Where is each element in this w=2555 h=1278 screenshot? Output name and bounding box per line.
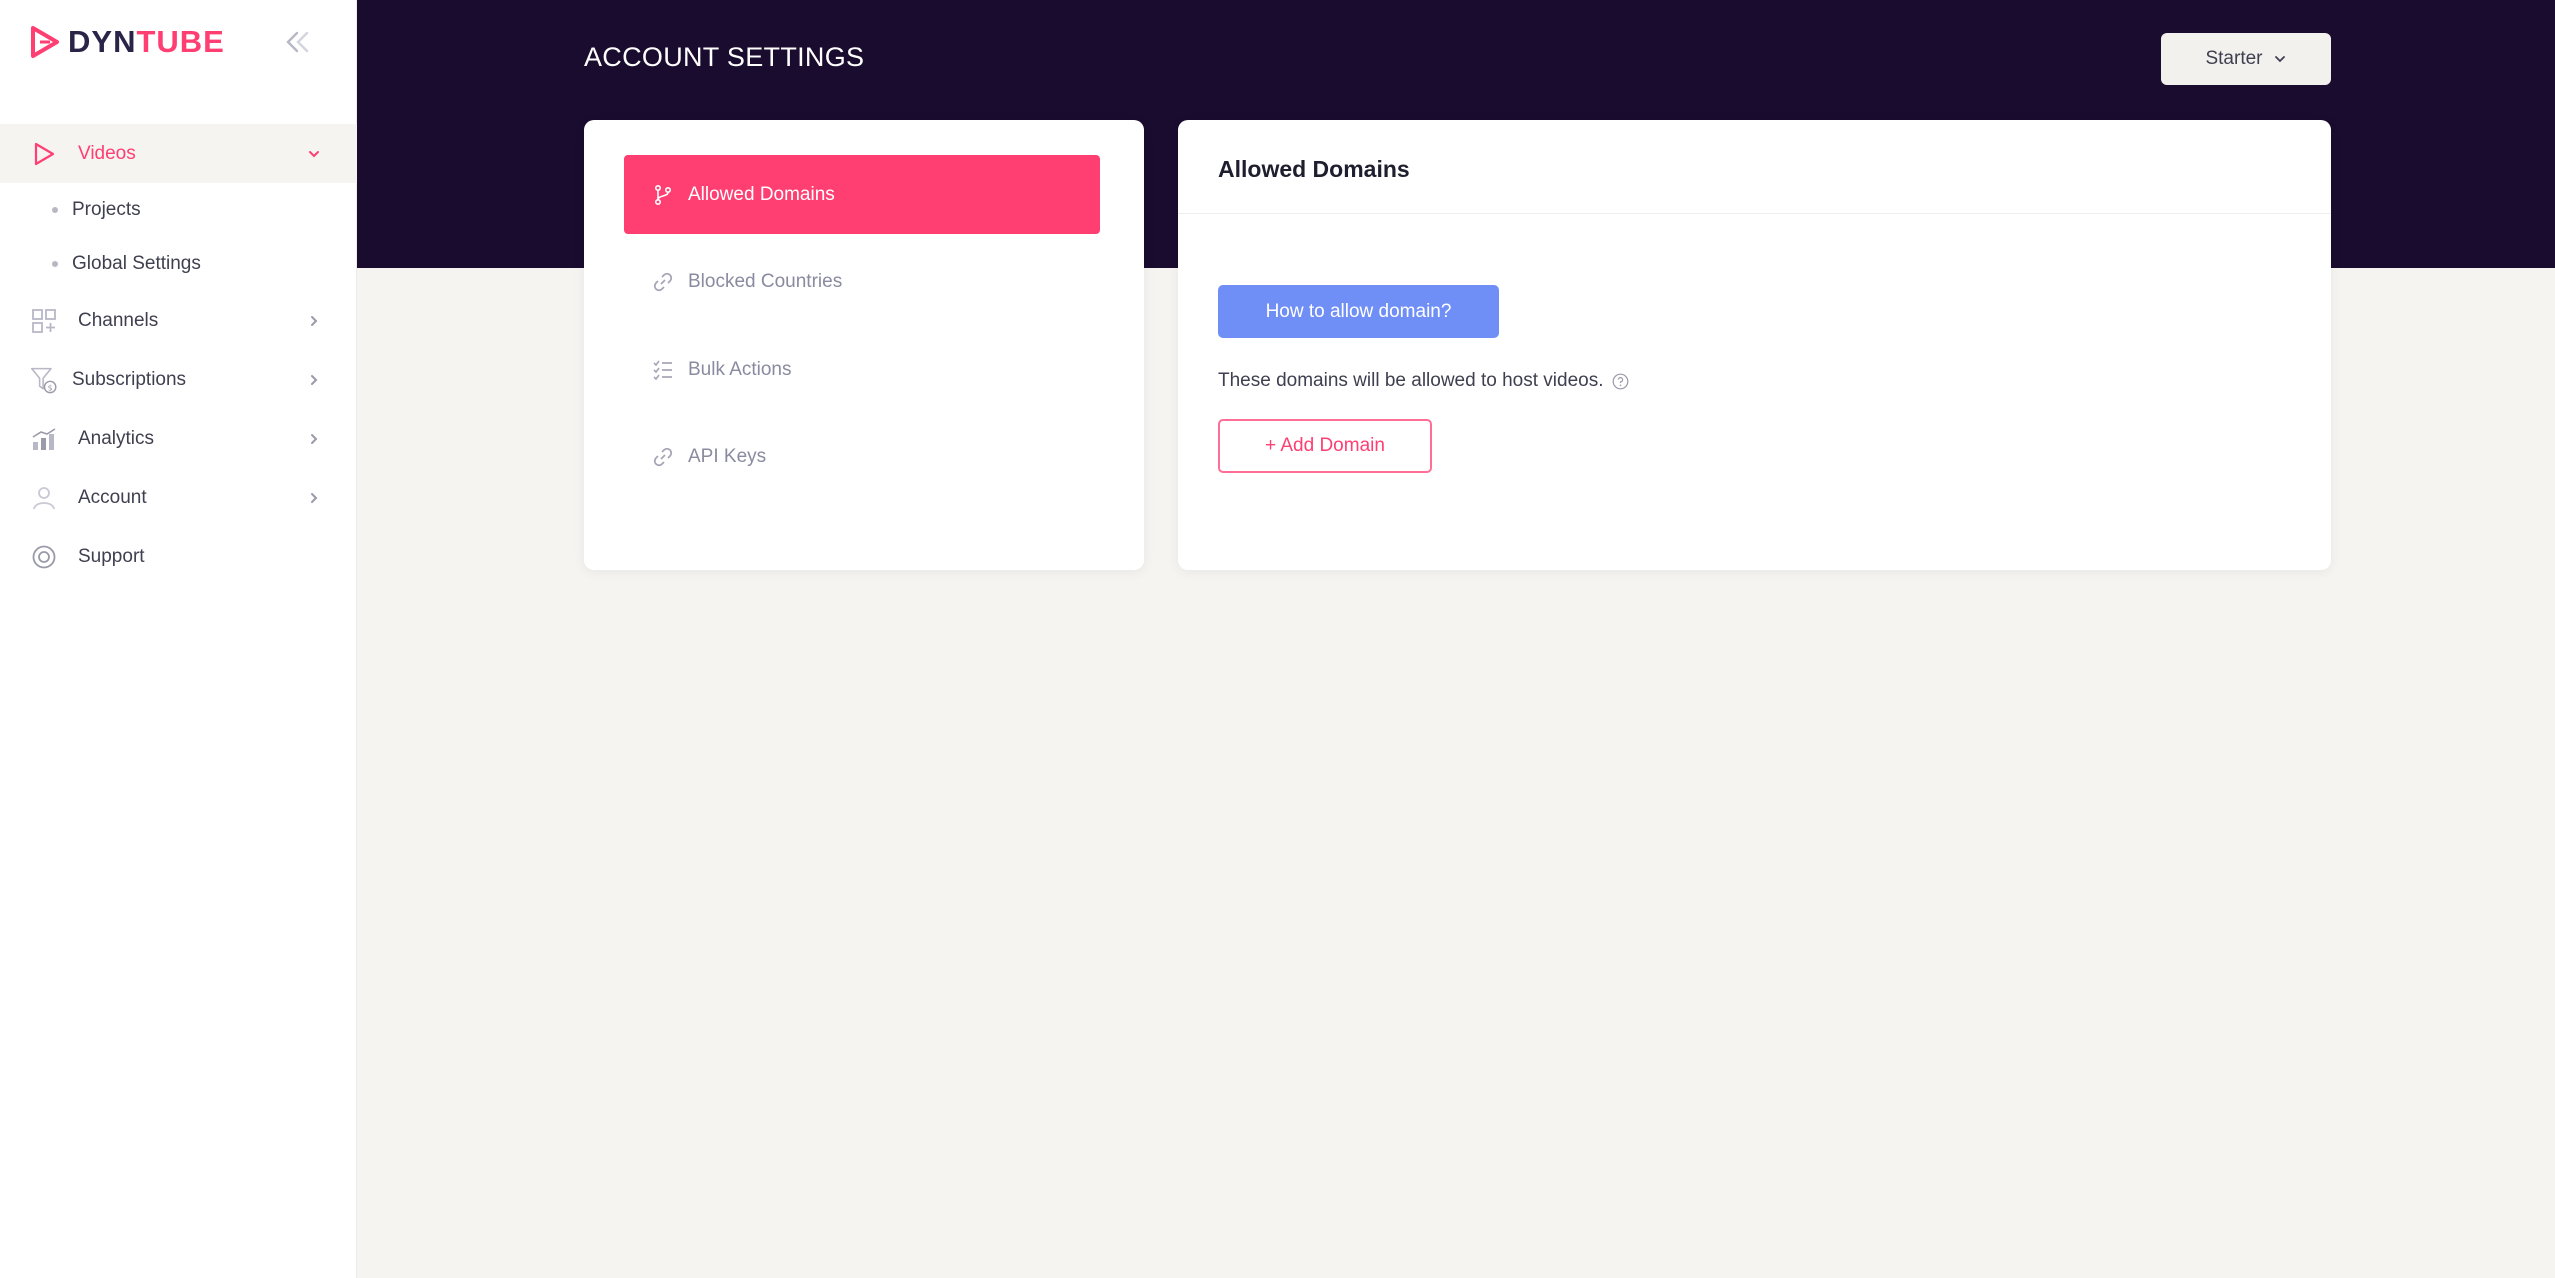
bullet-dot — [52, 261, 58, 267]
plan-select-value: Starter — [2205, 48, 2263, 69]
channels-icon — [30, 307, 58, 335]
sidebar-item-account[interactable]: Account — [0, 468, 357, 527]
chevron-down-icon — [2274, 56, 2285, 63]
link-icon — [652, 271, 674, 293]
logo-text: DYNTUBE — [68, 24, 225, 59]
plan-select[interactable]: Starter — [2161, 33, 2331, 85]
collapse-sidebar-button[interactable] — [280, 24, 316, 60]
sidebar-item-subscriptions[interactable]: $ Subscriptions — [0, 350, 357, 409]
menu-item-label: API Keys — [688, 445, 767, 467]
page-title: ACCOUNT SETTINGS — [584, 42, 865, 72]
chevron-down-icon — [306, 146, 322, 162]
branch-icon — [652, 184, 674, 206]
sidebar-item-label: Account — [78, 486, 147, 508]
menu-item-label: Bulk Actions — [688, 358, 792, 380]
menu-item-blocked-countries[interactable]: Blocked Countries — [624, 242, 1100, 321]
settings-menu-card: Allowed Domains Blocked Countries Bulk A… — [584, 120, 1144, 570]
allowed-domains-card: Allowed Domains How to allow domain? The… — [1178, 120, 2331, 570]
how-to-allow-domain-button[interactable]: How to allow domain? — [1218, 285, 1499, 338]
sidebar-item-analytics[interactable]: Analytics — [0, 409, 357, 468]
sidebar-item-support[interactable]: Support — [0, 527, 357, 586]
chevron-right-icon — [306, 490, 322, 506]
sidebar-item-label: Subscriptions — [72, 368, 187, 390]
sidebar-subitem-label: Projects — [72, 199, 141, 220]
account-icon — [30, 484, 58, 512]
chevron-right-icon — [306, 313, 322, 329]
dyntube-logo[interactable]: DYNTUBE — [30, 22, 225, 62]
checklist-icon — [652, 359, 674, 381]
add-domain-button[interactable]: + Add Domain — [1218, 419, 1432, 473]
support-icon — [30, 543, 58, 571]
svg-text:$: $ — [48, 383, 53, 392]
card-title: Allowed Domains — [1218, 156, 1410, 182]
sidebar-nav: Videos Projects Global Settings Channels… — [0, 124, 357, 586]
analytics-icon — [30, 425, 58, 453]
domains-description: These domains will be allowed to host vi… — [1218, 370, 1629, 392]
sidebar-item-label: Channels — [78, 309, 159, 331]
description-text: These domains will be allowed to host vi… — [1218, 370, 1604, 391]
play-icon — [30, 140, 58, 168]
help-icon[interactable] — [1611, 372, 1629, 390]
chevron-right-icon — [306, 372, 322, 388]
menu-item-label: Blocked Countries — [688, 270, 843, 292]
sidebar-item-label: Videos — [78, 142, 136, 164]
sidebar-subitem-global-settings[interactable]: Global Settings — [0, 237, 357, 291]
menu-item-bulk-actions[interactable]: Bulk Actions — [624, 330, 1100, 409]
sidebar-item-videos[interactable]: Videos — [0, 124, 357, 183]
sidebar-item-label: Analytics — [78, 427, 155, 449]
sidebar-item-channels[interactable]: Channels — [0, 291, 357, 350]
chevron-right-icon — [306, 431, 322, 447]
subscriptions-icon: $ — [30, 366, 58, 394]
sidebar: DYNTUBE Videos Projects Global Settings — [0, 0, 357, 1278]
sidebar-subitem-label: Global Settings — [72, 253, 201, 274]
menu-item-label: Allowed Domains — [688, 183, 835, 205]
link-icon — [652, 446, 674, 468]
bullet-dot — [52, 207, 58, 213]
menu-item-api-keys[interactable]: API Keys — [624, 417, 1100, 496]
logo-play-icon — [31, 26, 59, 58]
card-header: Allowed Domains — [1178, 120, 2331, 214]
double-chevron-left-icon — [286, 31, 309, 53]
menu-item-allowed-domains[interactable]: Allowed Domains — [624, 155, 1100, 234]
sidebar-subitem-projects[interactable]: Projects — [0, 183, 357, 237]
sidebar-item-label: Support — [78, 545, 145, 567]
